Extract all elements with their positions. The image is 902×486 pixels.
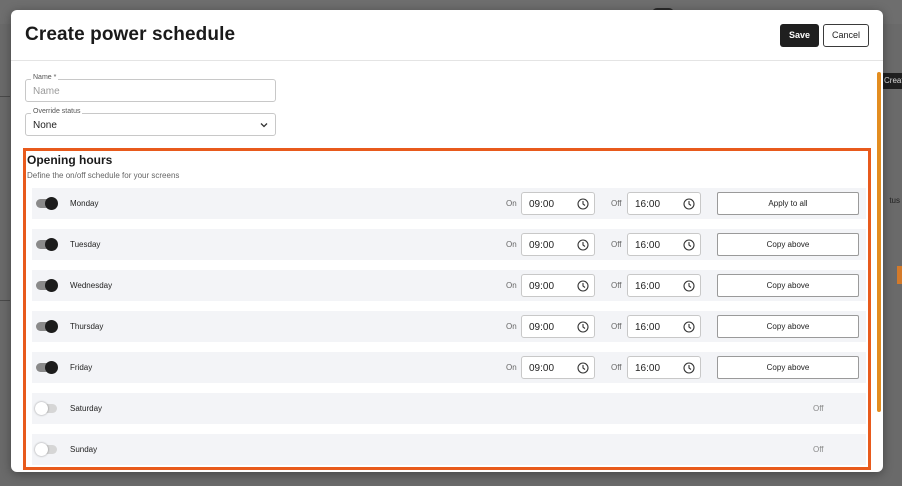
off-time-input[interactable]: 16:00 [627, 356, 701, 379]
clock-icon[interactable] [683, 280, 695, 292]
off-time-value: 16:00 [635, 363, 661, 374]
day-toggle-thursday[interactable] [36, 320, 58, 333]
off-label: Off [611, 322, 622, 331]
day-label: Friday [70, 363, 93, 372]
off-time-value: 16:00 [635, 281, 661, 292]
on-time-input[interactable]: 09:00 [521, 274, 595, 297]
on-label: On [506, 240, 517, 249]
on-time-input[interactable]: 09:00 [521, 356, 595, 379]
on-label: On [506, 281, 517, 290]
save-button[interactable]: Save [779, 23, 819, 47]
on-time-value: 09:00 [529, 322, 555, 333]
day-row-monday: Monday On 09:00 Off 16:00 Apply to all [32, 188, 866, 219]
background-accent [897, 266, 902, 284]
day-label: Monday [70, 199, 99, 208]
off-label: Off [611, 281, 622, 290]
off-time-input[interactable]: 16:00 [627, 233, 701, 256]
override-status-value: None [33, 120, 57, 131]
off-time-input[interactable]: 16:00 [627, 274, 701, 297]
background-create-button: Creat [882, 73, 902, 89]
day-toggle-saturday[interactable] [35, 402, 57, 415]
clock-icon[interactable] [683, 321, 695, 333]
day-row-thursday: Thursday On 09:00 Off 16:00 Copy above [32, 311, 866, 342]
off-label: Off [611, 240, 622, 249]
on-label: On [506, 199, 517, 208]
day-label: Saturday [70, 404, 103, 413]
off-time-value: 16:00 [635, 240, 661, 251]
copy-above-button[interactable]: Copy above [717, 315, 859, 338]
day-row-tuesday: Tuesday On 09:00 Off 16:00 Copy above [32, 229, 866, 260]
clock-icon[interactable] [683, 198, 695, 210]
cancel-button[interactable]: Cancel [822, 23, 869, 47]
on-label: On [506, 363, 517, 372]
toggle-knob [35, 402, 48, 415]
dialog-title: Create power schedule [25, 24, 236, 45]
copy-above-button[interactable]: Copy above [717, 356, 859, 379]
on-time-input[interactable]: 09:00 [521, 315, 595, 338]
off-time-input[interactable]: 16:00 [627, 192, 701, 215]
toggle-knob [45, 320, 58, 333]
create-power-schedule-dialog: Create power schedule Save Cancel Name *… [11, 10, 883, 472]
day-row-friday: Friday On 09:00 Off 16:00 Copy above [32, 352, 866, 383]
toggle-knob [35, 443, 48, 456]
clock-icon[interactable] [683, 362, 695, 374]
off-time-value: 16:00 [635, 322, 661, 333]
day-toggle-tuesday[interactable] [36, 238, 58, 251]
day-toggle-monday[interactable] [36, 197, 58, 210]
name-field-placeholder: Name [33, 86, 60, 97]
day-label: Tuesday [70, 240, 101, 249]
on-time-value: 09:00 [529, 363, 555, 374]
dialog-body: Name * Name Override status None Opening… [11, 62, 883, 472]
day-label: Thursday [70, 322, 104, 331]
on-time-value: 09:00 [529, 240, 555, 251]
clock-icon[interactable] [683, 239, 695, 251]
opening-hours-section: Opening hours Define the on/off schedule… [23, 148, 871, 470]
clock-icon[interactable] [577, 321, 589, 333]
on-time-value: 09:00 [529, 281, 555, 292]
on-label: On [506, 322, 517, 331]
apply-to-all-button[interactable]: Apply to all [717, 192, 859, 215]
background-divider [0, 96, 10, 97]
override-status-label: Override status [31, 108, 83, 115]
day-row-wednesday: Wednesday On 09:00 Off 16:00 Copy above [32, 270, 866, 301]
on-time-input[interactable]: 09:00 [521, 192, 595, 215]
opening-hours-subtitle: Define the on/off schedule for your scre… [27, 171, 180, 180]
copy-above-button[interactable]: Copy above [717, 233, 859, 256]
chevron-down-icon [260, 123, 268, 128]
day-row-sunday: Sunday Off [32, 434, 866, 465]
day-toggle-sunday[interactable] [35, 443, 57, 456]
override-status-select[interactable]: Override status None [25, 108, 276, 136]
on-time-input[interactable]: 09:00 [521, 233, 595, 256]
clock-icon[interactable] [577, 239, 589, 251]
clock-icon[interactable] [577, 280, 589, 292]
opening-hours-title: Opening hours [27, 153, 113, 167]
on-time-value: 09:00 [529, 199, 555, 210]
day-row-saturday: Saturday Off [32, 393, 866, 424]
off-time-input[interactable]: 16:00 [627, 315, 701, 338]
clock-icon[interactable] [577, 198, 589, 210]
off-time-value: 16:00 [635, 199, 661, 210]
header-actions: Save Cancel [779, 23, 869, 47]
name-field[interactable]: Name * Name [25, 74, 276, 102]
off-label: Off [611, 363, 622, 372]
day-off-status: Off [813, 445, 824, 454]
toggle-knob [45, 361, 58, 374]
background-divider [0, 300, 10, 301]
copy-above-button[interactable]: Copy above [717, 274, 859, 297]
off-label: Off [611, 199, 622, 208]
day-off-status: Off [813, 404, 824, 413]
toggle-knob [45, 238, 58, 251]
day-toggle-wednesday[interactable] [36, 279, 58, 292]
toggle-knob [45, 197, 58, 210]
day-label: Sunday [70, 445, 98, 454]
day-label: Wednesday [70, 281, 113, 290]
scrollbar[interactable] [877, 72, 881, 412]
dialog-header: Create power schedule Save Cancel [11, 10, 883, 61]
clock-icon[interactable] [577, 362, 589, 374]
background-column-header: tus [889, 196, 900, 205]
name-field-label: Name * [31, 74, 59, 81]
day-toggle-friday[interactable] [36, 361, 58, 374]
toggle-knob [45, 279, 58, 292]
